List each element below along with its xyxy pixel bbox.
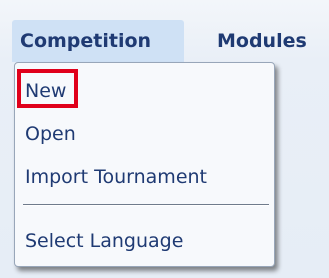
menu-separator	[23, 204, 269, 206]
menu-competition-label: Competition	[20, 30, 152, 52]
menu-modules-label: Modules	[217, 30, 307, 52]
menu-competition[interactable]: Competition	[12, 20, 184, 62]
menu-item-open[interactable]: Open	[25, 117, 76, 151]
menu-item-select-language[interactable]: Select Language	[25, 224, 183, 258]
highlight-box-new	[17, 69, 78, 108]
menu-bar: Competition Modules	[0, 0, 329, 62]
menu-modules[interactable]: Modules	[217, 20, 329, 62]
menu-item-import-tournament[interactable]: Import Tournament	[25, 160, 207, 194]
